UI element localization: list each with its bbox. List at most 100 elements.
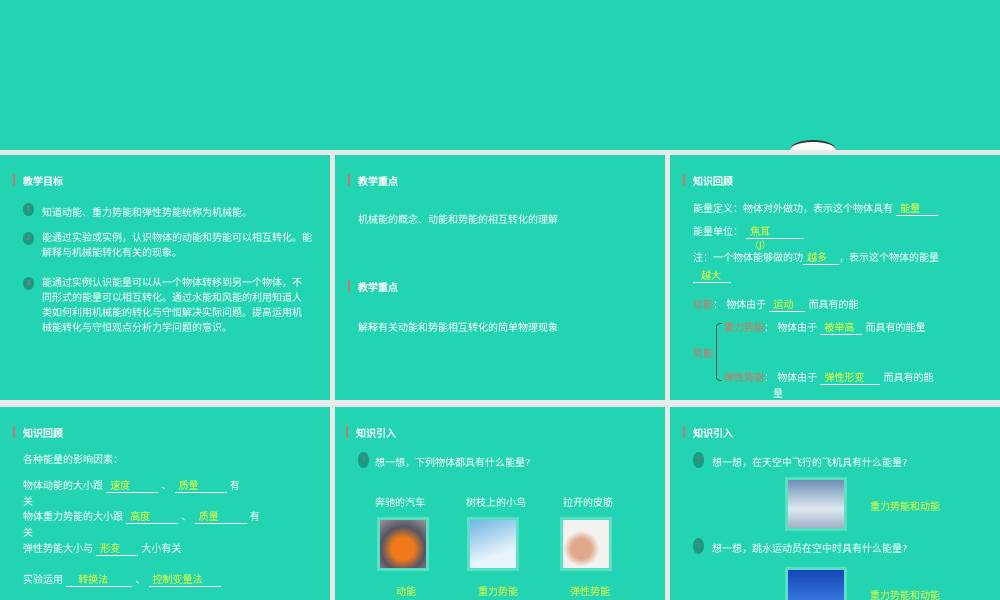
slide-teaching-goals[interactable]: 教学目标 1 知道动能、重力势能和弹性势能统称为机械能。 2 能通过实验或实例，… bbox=[0, 155, 330, 400]
label: 而具有的能 bbox=[808, 300, 859, 311]
slide-title: 知识引入 bbox=[693, 429, 733, 440]
slingshot-image bbox=[560, 517, 612, 571]
label: 、 bbox=[181, 512, 192, 523]
item-label: 树枝上的小鸟 bbox=[466, 498, 526, 509]
gravitational-potential: 重力势能： 物体由于 被举高 而具有的能量 bbox=[724, 319, 926, 335]
question: 想一想，跳水运动员在空中时具有什么能量? bbox=[712, 544, 908, 555]
question-icon: ? bbox=[358, 452, 369, 468]
item-label: 奔驰的汽车 bbox=[375, 498, 425, 509]
kinetic-energy: 动能： 物体由于 运动 而具有的能 bbox=[693, 296, 859, 312]
answer: 运动 bbox=[769, 296, 806, 312]
goal-item: 知道动能、重力势能和弹性势能统称为机械能。 bbox=[42, 208, 252, 219]
experiment-methods: 实验运用 转换法 、 控制变量法 bbox=[23, 571, 221, 587]
label: 大小有关 bbox=[141, 544, 182, 555]
mouse-decoration bbox=[790, 140, 836, 150]
answer: 被举高 bbox=[820, 319, 863, 335]
slide-knowledge-review-2[interactable]: 知识回顾 各种能量的影响因素： 物体动能的大小跟 速度 、 质量 有 关 物体重… bbox=[0, 407, 330, 600]
number-badge: 2 bbox=[23, 232, 34, 245]
title-bar bbox=[348, 174, 350, 186]
kinetic-factors: 物体动能的大小跟 速度 、 质量 有 bbox=[23, 477, 240, 493]
title-bar bbox=[683, 426, 685, 438]
label: 实验运用 bbox=[23, 575, 63, 586]
title-bar bbox=[13, 426, 15, 438]
note-answer: 越大 bbox=[693, 267, 731, 283]
label: 物体由于 bbox=[777, 323, 818, 334]
label: 、 bbox=[135, 575, 146, 586]
birds-image bbox=[467, 517, 519, 571]
label: ，表示这个物体的能量 bbox=[839, 253, 939, 264]
answer: 能量 bbox=[896, 200, 939, 216]
slide-key-points[interactable]: 教学重点 机械能的概念、动能和势能的相互转化的理解 教学重点 解释有关动能和势能… bbox=[335, 155, 665, 400]
question: 想一想，在天空中飞行的飞机具有什么能量? bbox=[712, 458, 908, 469]
slide-title: 教学重点 bbox=[358, 283, 398, 294]
elastic-potential: 弹性势能： 物体由于 弹性形变 而具有的能 bbox=[724, 369, 934, 385]
elastic-factors: 弹性势能大小与 形变 大小有关 bbox=[23, 540, 181, 556]
answer: 越多 bbox=[803, 249, 839, 265]
key-point-text: 机械能的概念、动能和势能的相互转化的理解 bbox=[358, 215, 558, 226]
label: 物体由于 bbox=[777, 373, 818, 384]
potential-energy-label: 势能 bbox=[693, 349, 713, 360]
label: 有 bbox=[249, 512, 260, 523]
label: 能量定义：物体对外做功，表示这个物体具有 bbox=[693, 204, 893, 215]
answer: 转换法 bbox=[66, 571, 133, 587]
title-bar bbox=[13, 174, 15, 186]
slide-knowledge-review-1[interactable]: 知识回顾 能量定义：物体对外做功，表示这个物体具有 能量 能量单位： 焦耳 （J… bbox=[670, 155, 1000, 400]
goal-item: 能通过实例认识能量可以从一个物体转移到另一个物体，不同形式的能量可以相互转化。通… bbox=[42, 278, 302, 334]
brace bbox=[716, 323, 722, 381]
gravity-factors: 物体重力势能的大小跟 高度 、 质量 有 bbox=[23, 508, 260, 524]
answer: 高度 bbox=[126, 508, 179, 524]
slide-title: 知识回顾 bbox=[693, 177, 733, 188]
label: 而具有的能量 bbox=[865, 323, 926, 334]
key-point-text: 解释有关动能和势能相互转化的简单物理现象 bbox=[358, 323, 558, 334]
answer: 焦耳 bbox=[746, 223, 805, 239]
answer: 质量 bbox=[194, 508, 247, 524]
energy-definition: 能量定义：物体对外做功，表示这个物体具有 能量 bbox=[693, 200, 939, 216]
wrapped-text: 量 bbox=[773, 389, 783, 400]
car-image bbox=[377, 517, 429, 571]
title-bar bbox=[346, 426, 348, 438]
slide-title: 知识引入 bbox=[356, 429, 396, 440]
question-icon: ? bbox=[693, 538, 704, 554]
diver-image bbox=[785, 567, 847, 600]
number-badge: 1 bbox=[23, 203, 34, 216]
answer: 质量 bbox=[174, 477, 227, 493]
label: 重力势能 bbox=[724, 323, 764, 334]
airplane-image bbox=[785, 477, 847, 531]
answer: 速度 bbox=[106, 477, 159, 493]
item-label: 拉开的皮筋 bbox=[563, 498, 613, 509]
label: 物体动能的大小跟 bbox=[23, 481, 103, 492]
slide-knowledge-intro-2[interactable]: 知识引入 ? 想一想，在天空中飞行的飞机具有什么能量? 重力势能和动能 ? 想一… bbox=[670, 407, 1000, 600]
slide-knowledge-intro-1[interactable]: 知识引入 ? 想一想，下列物体都具有什么能量? 奔驰的汽车 树枝上的小鸟 拉开的… bbox=[335, 407, 665, 600]
label: 能量单位： bbox=[693, 227, 743, 238]
wrapped-text: 关 bbox=[23, 528, 33, 539]
answer: 重力势能和动能 bbox=[870, 502, 940, 513]
slide-title: 知识回顾 bbox=[23, 429, 63, 440]
answer: 形变 bbox=[96, 540, 139, 556]
note: 注：一个物体能够做的功 越多 ，表示这个物体的能量 bbox=[693, 249, 939, 265]
title-bar bbox=[683, 174, 685, 186]
number-badge: 3 bbox=[23, 277, 34, 290]
label: 动能 bbox=[693, 300, 713, 311]
top-slide[interactable] bbox=[0, 0, 1000, 150]
answer: 弹性形变 bbox=[820, 369, 881, 385]
goal-item: 能通过实验或实例，认识物体的动能和势能可以相互转化。能解释与机械能转化有关的现象… bbox=[42, 233, 312, 259]
answer: 越大 bbox=[693, 267, 731, 283]
energy-unit: 能量单位： 焦耳 bbox=[693, 223, 805, 239]
intro: 各种能量的影响因素： bbox=[23, 455, 123, 466]
label: 物体由于 bbox=[726, 300, 767, 311]
label: 有 bbox=[229, 481, 240, 492]
label: 物体重力势能的大小跟 bbox=[23, 512, 123, 523]
slide-title: 教学重点 bbox=[358, 177, 398, 188]
slide-title: 教学目标 bbox=[23, 177, 63, 188]
answer: 重力势能和动能 bbox=[870, 591, 940, 600]
item-answer: 重力势能 bbox=[478, 587, 518, 598]
label: 、 bbox=[161, 481, 172, 492]
item-answer: 弹性势能 bbox=[570, 587, 610, 598]
label: 弹性势能 bbox=[724, 373, 764, 384]
title-bar bbox=[348, 280, 350, 292]
question: 想一想，下列物体都具有什么能量? bbox=[375, 458, 531, 469]
label: 注：一个物体能够做的功 bbox=[693, 253, 803, 264]
label: 弹性势能大小与 bbox=[23, 544, 93, 555]
wrapped-text: 关 bbox=[23, 497, 33, 508]
item-answer: 动能 bbox=[396, 587, 416, 598]
